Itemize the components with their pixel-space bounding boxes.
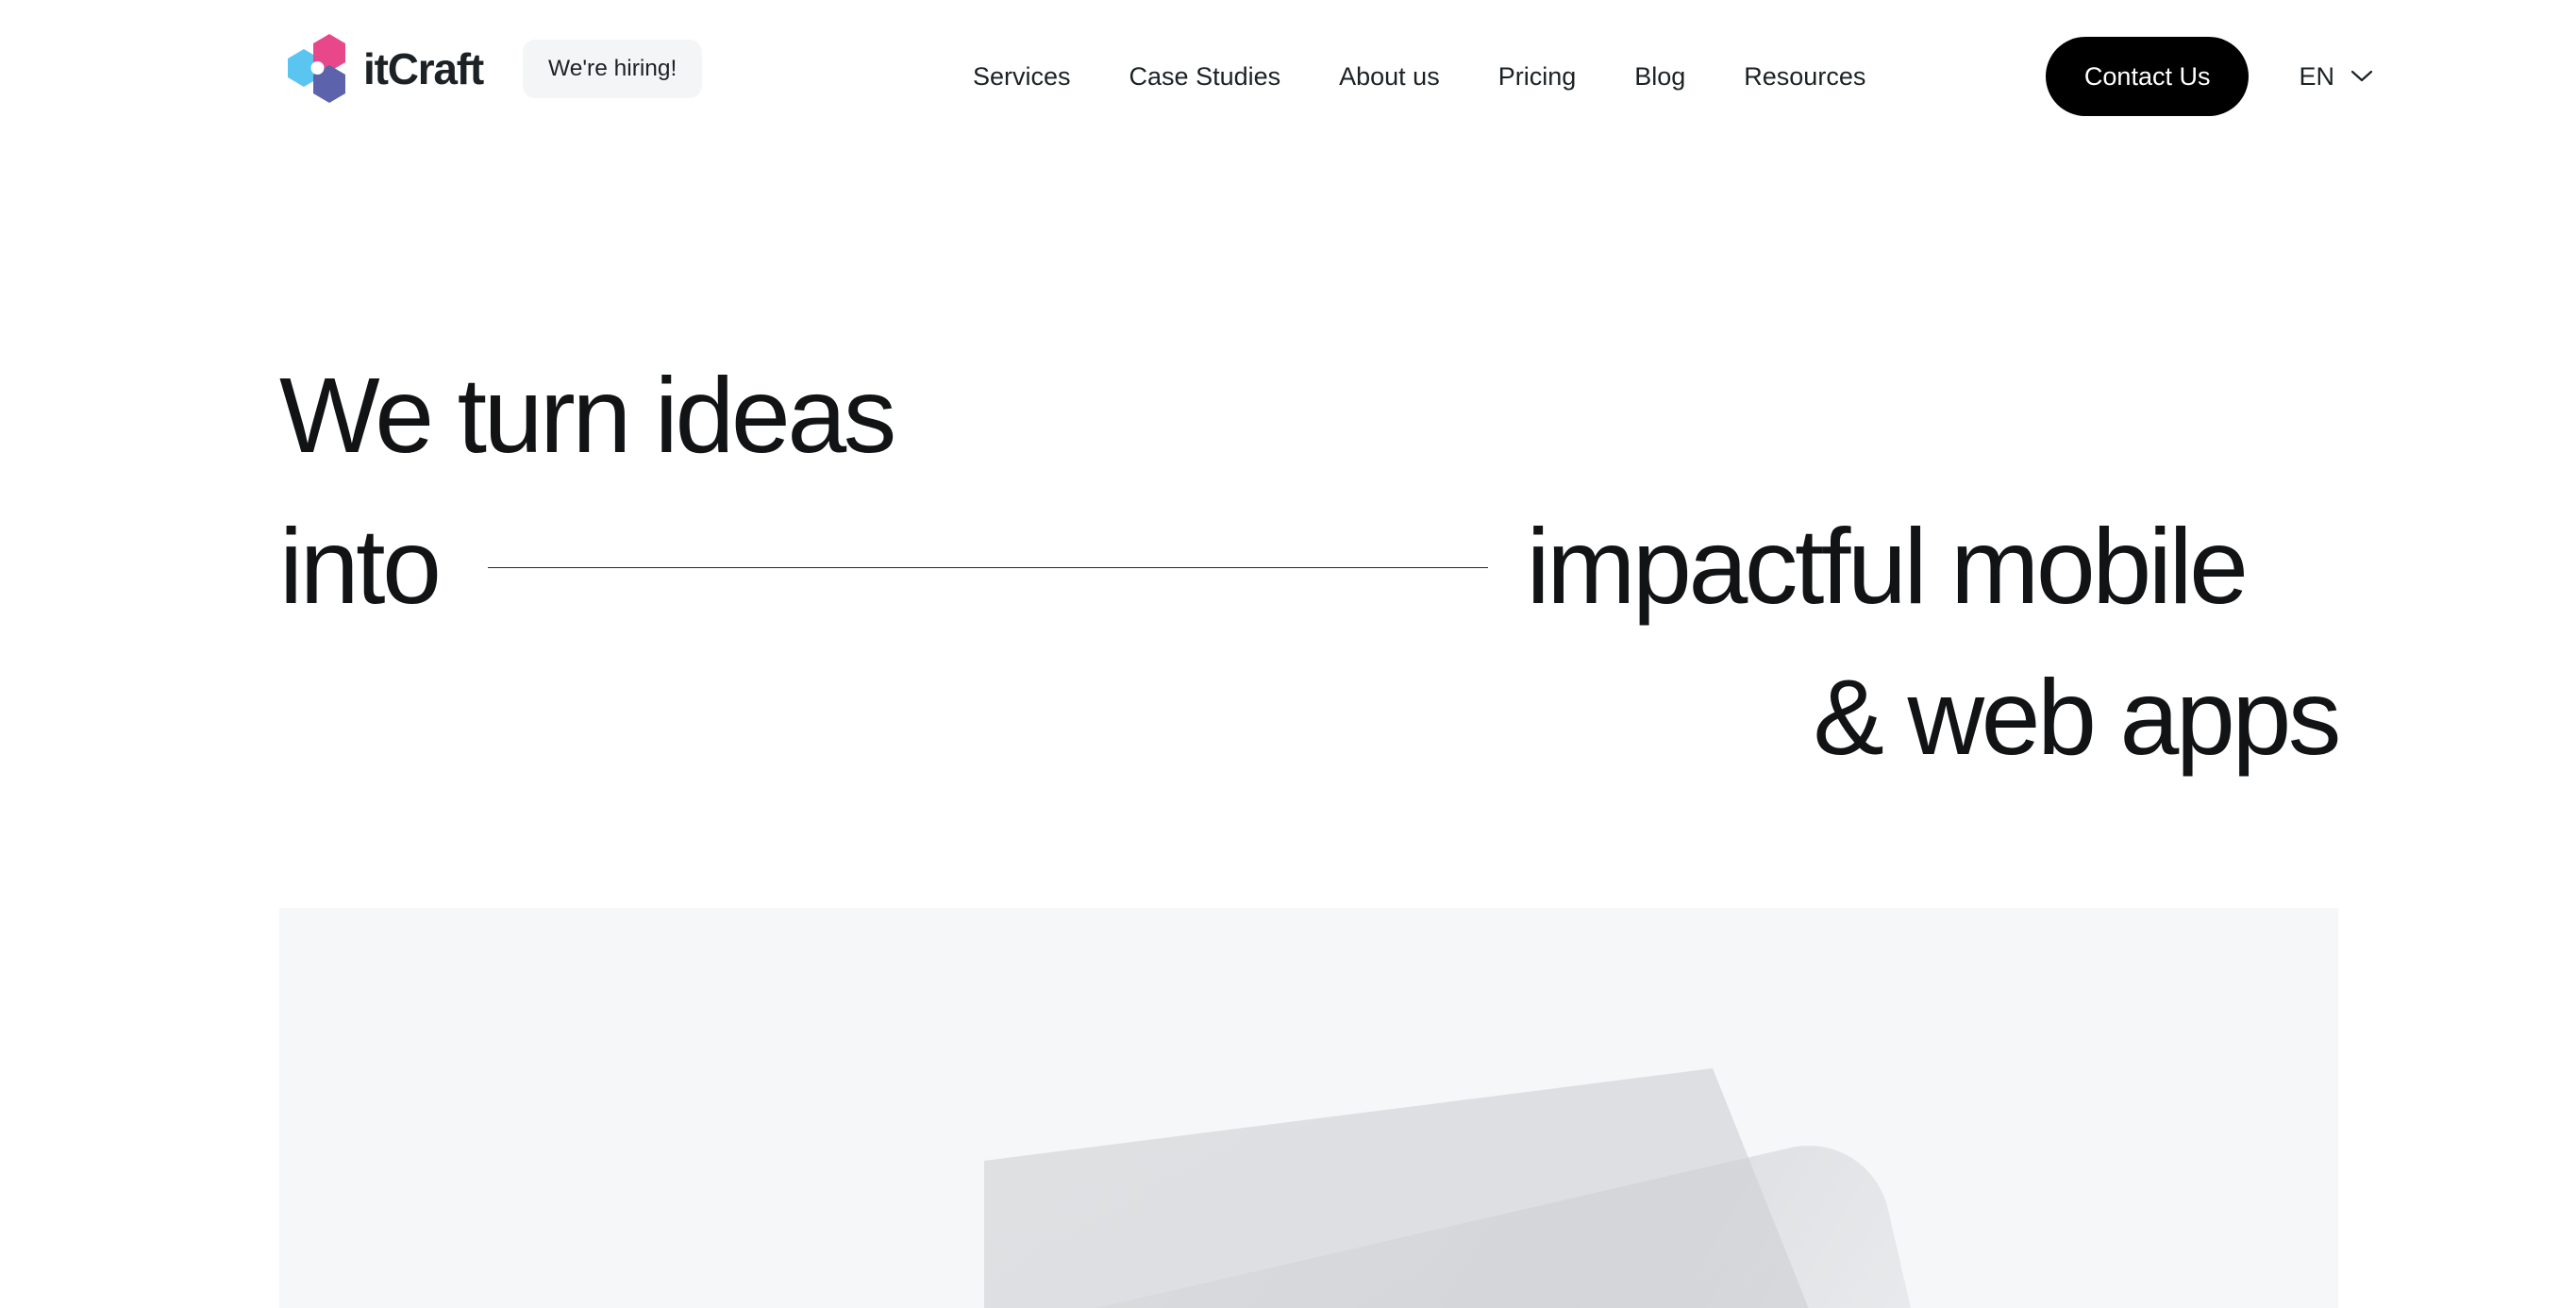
logo-wordmark: itCraft <box>363 44 484 93</box>
smartphone-back-camera-image <box>705 908 2026 1308</box>
nav-item-services[interactable]: Services <box>944 63 1100 90</box>
nav-item-resources[interactable]: Resources <box>1715 63 1895 90</box>
header-actions: Contact Us EN <box>2045 0 2373 153</box>
page-root: itCraft We're hiring! Services Case Stud… <box>0 0 2576 1308</box>
nav-item-case-studies[interactable]: Case Studies <box>1100 63 1311 90</box>
headline-line-3-text: & web apps <box>1813 657 2342 777</box>
horizontal-rule-divider <box>487 566 1488 568</box>
language-code: EN <box>2299 61 2334 91</box>
hero-headline: We turn ideas into impactful mobile & we… <box>279 340 2342 793</box>
contact-us-button[interactable]: Contact Us <box>2045 37 2250 116</box>
chevron-down-icon <box>2350 70 2373 83</box>
site-header: itCraft We're hiring! Services Case Stud… <box>0 0 2576 153</box>
nav-item-blog[interactable]: Blog <box>1605 63 1715 90</box>
language-switcher[interactable]: EN <box>2299 61 2373 91</box>
headline-line-1-text: We turn ideas <box>279 355 896 475</box>
headline-line-1: We turn ideas <box>279 340 2338 491</box>
logo-home-link[interactable]: itCraft <box>279 34 484 104</box>
hero-image-panel <box>279 908 2338 1308</box>
headline-line-2-right-text: impactful mobile <box>1526 506 2249 626</box>
brand-group: itCraft We're hiring! <box>279 34 703 104</box>
itcraft-hexagon-logo-icon <box>279 34 353 104</box>
primary-nav: Services Case Studies About us Pricing B… <box>944 0 1895 153</box>
headline-line-2-left-text: into <box>279 506 442 626</box>
nav-item-about-us[interactable]: About us <box>1310 63 1469 90</box>
headline-line-2: into impactful mobile <box>279 491 2338 642</box>
were-hiring-button[interactable]: We're hiring! <box>523 40 703 98</box>
nav-item-pricing[interactable]: Pricing <box>1469 63 1606 90</box>
headline-line-3: & web apps <box>279 642 2342 793</box>
